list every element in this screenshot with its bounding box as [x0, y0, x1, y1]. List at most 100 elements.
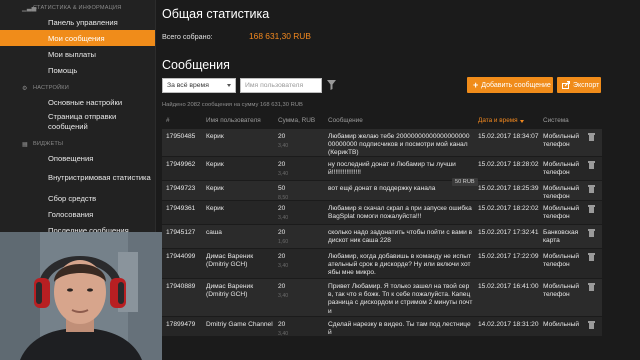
- sidebar-section-title: ⚙ НАСТРОЙКИ: [0, 82, 155, 94]
- cell-id-value: 17949361: [166, 205, 196, 212]
- sidebar-item[interactable]: Основные настройки: [0, 94, 155, 110]
- sidebar-item[interactable]: Сбор средств: [0, 190, 155, 206]
- table-row: 17949361 Керик 20 3,40 Любамир я скачал скра…: [162, 201, 602, 225]
- stats-title: Общая статистика: [162, 7, 270, 21]
- cell-id: 17949723: [166, 185, 195, 193]
- cell-system-value: Мобильный телефон: [543, 205, 580, 221]
- table-header: # Имя пользователя Сумма, RUB Сообщение …: [162, 114, 602, 129]
- cell-sum-value: 20: [278, 133, 286, 140]
- widget-icon: ▦: [22, 141, 28, 148]
- sidebar-item[interactable]: Страница отправки сообщений: [0, 110, 155, 134]
- sidebar-item[interactable]: Оповещения: [0, 150, 155, 166]
- cell-user-value: Dmitriy Game Channel: [206, 321, 273, 328]
- table-row: 17945127 саша 20 1,60 сколько надо задонатит…: [162, 225, 602, 249]
- period-select[interactable]: За всё время: [162, 78, 236, 93]
- sidebar-item-label: Основные настройки: [48, 97, 123, 107]
- cell-user: Димас Вареник (Dmitriy GCH): [206, 283, 276, 299]
- col-date[interactable]: Дата и время: [478, 117, 524, 124]
- cell-id: 17949962: [166, 161, 195, 169]
- trash-icon[interactable]: [588, 205, 595, 213]
- cell-sum-value: 50: [278, 185, 286, 192]
- cell-id-value: 17945127: [166, 229, 196, 236]
- cell-sum: 20 3,40: [278, 321, 288, 338]
- cell-user-value: Керик: [206, 185, 224, 192]
- trash-icon[interactable]: [588, 283, 595, 291]
- cell-id: 17899479: [166, 321, 195, 329]
- trash-icon[interactable]: [588, 161, 595, 169]
- cell-user-value: Димас Вареник (Dmitriy GCH): [206, 283, 254, 299]
- table-row: 17940889 Димас Вареник (Dmitriy GCH) 20 3,4…: [162, 279, 602, 317]
- cell-id-value: 17950485: [166, 133, 196, 140]
- trash-icon[interactable]: [588, 253, 595, 261]
- messages-title: Сообщения: [162, 58, 230, 72]
- username-filter-input[interactable]: [240, 78, 322, 93]
- chevron-down-icon: [227, 84, 231, 87]
- col-system[interactable]: Система: [543, 117, 569, 124]
- cell-sum-value: 20: [278, 283, 286, 290]
- net-amount: 3,40: [278, 331, 289, 338]
- cell-sum-value: 20: [278, 321, 286, 328]
- cell-sum-value: 20: [278, 229, 286, 236]
- sidebar-section-label: НАСТРОЙКИ: [33, 85, 69, 91]
- messages-table: # Имя пользователя Сумма, RUB Сообщение …: [162, 114, 602, 337]
- cell-message-value: вот ещё донат в поддержку канала: [328, 185, 436, 192]
- net-amount: 3,40: [278, 263, 289, 270]
- trash-icon[interactable]: [588, 229, 595, 237]
- net-amount: 1,60: [278, 239, 289, 246]
- col-id[interactable]: #: [166, 117, 170, 124]
- sidebar-item[interactable]: Мои сообщения: [0, 30, 155, 46]
- cell-message: вот ещё донат в поддержку канала: [328, 185, 473, 193]
- cell-system-value: Мобильный телефон: [543, 133, 580, 149]
- sidebar-item[interactable]: Внутристримовая статистика: [0, 166, 155, 190]
- add-message-button[interactable]: + Добавить сообщение: [467, 77, 553, 93]
- cell-date: 15.02.2017 18:34:07: [478, 133, 539, 141]
- sidebar-item-label: Страница отправки сообщений: [48, 112, 117, 131]
- cell-date: 15.02.2017 17:32:41: [478, 229, 539, 237]
- cell-id-value: 17949962: [166, 161, 196, 168]
- cell-message: Сделай нарезку в видео. Ты там под лестн…: [328, 321, 473, 337]
- cell-date: 15.02.2017 18:25:39: [478, 185, 539, 193]
- cell-message-value: ну последний донат и Любамир ты лучший!!…: [328, 161, 456, 177]
- trash-icon[interactable]: [588, 321, 595, 329]
- cell-message-value: Любамир я скачал скрап а при запуске оши…: [328, 205, 472, 221]
- export-icon: [562, 81, 570, 89]
- period-select-value: За всё время: [167, 82, 209, 89]
- cell-date-value: 15.02.2017 16:41:00: [478, 283, 539, 290]
- table-row: 17949723 Керик 50 8,50 вот ещё донат в подде…: [162, 181, 602, 201]
- sidebar-section-label: ВИДЖЕТЫ: [33, 141, 64, 147]
- cell-user: Керик: [206, 133, 276, 141]
- sidebar-item-label: Мои выплаты: [48, 49, 97, 59]
- cell-date-value: 15.02.2017 17:32:41: [478, 229, 539, 236]
- cell-system-value: Мобильный телефон: [543, 283, 580, 299]
- col-message[interactable]: Сообщение: [328, 117, 363, 124]
- total-label: Всего собрано:: [162, 32, 213, 41]
- sidebar-item[interactable]: Голосования: [0, 206, 155, 222]
- sidebar-item[interactable]: Помощь: [0, 62, 155, 78]
- sidebar-item[interactable]: Панель управления: [0, 14, 155, 30]
- cell-sum-value: 20: [278, 205, 286, 212]
- net-amount: 3,40: [278, 293, 289, 300]
- sidebar-item-label: Внутристримовая статистика: [48, 173, 151, 182]
- cell-id-value: 17944099: [166, 253, 196, 260]
- export-button[interactable]: Экспорт: [557, 77, 601, 93]
- cell-date-value: 15.02.2017 18:28:02: [478, 161, 539, 168]
- table-body: 17950485 Керик 20 3,40 Любамир желаю тебе 20…: [162, 129, 602, 337]
- col-sum[interactable]: Сумма, RUB: [278, 117, 315, 124]
- cell-sum: 50 8,50: [278, 185, 288, 202]
- sort-desc-icon: [519, 120, 524, 123]
- cell-date: 15.02.2017 17:22:09: [478, 253, 539, 261]
- cell-user-value: Керик: [206, 161, 224, 168]
- cell-message-value: Любамир, когда добавишь в команду не исп…: [328, 253, 471, 277]
- trash-icon[interactable]: [588, 133, 595, 141]
- cell-user: Dmitriy Game Channel: [206, 321, 276, 329]
- cell-system: Мобильный телефон: [543, 185, 583, 201]
- cell-id: 17940889: [166, 283, 195, 291]
- cell-date: 15.02.2017 16:41:00: [478, 283, 539, 291]
- filter-icon[interactable]: [327, 80, 336, 90]
- trash-icon[interactable]: [588, 185, 595, 193]
- streamer-video: [0, 232, 162, 360]
- col-user[interactable]: Имя пользователя: [206, 117, 261, 124]
- cell-date-value: 15.02.2017 18:34:07: [478, 133, 539, 140]
- sidebar-item[interactable]: Мои выплаты: [0, 46, 155, 62]
- cell-id-value: 17949723: [166, 185, 196, 192]
